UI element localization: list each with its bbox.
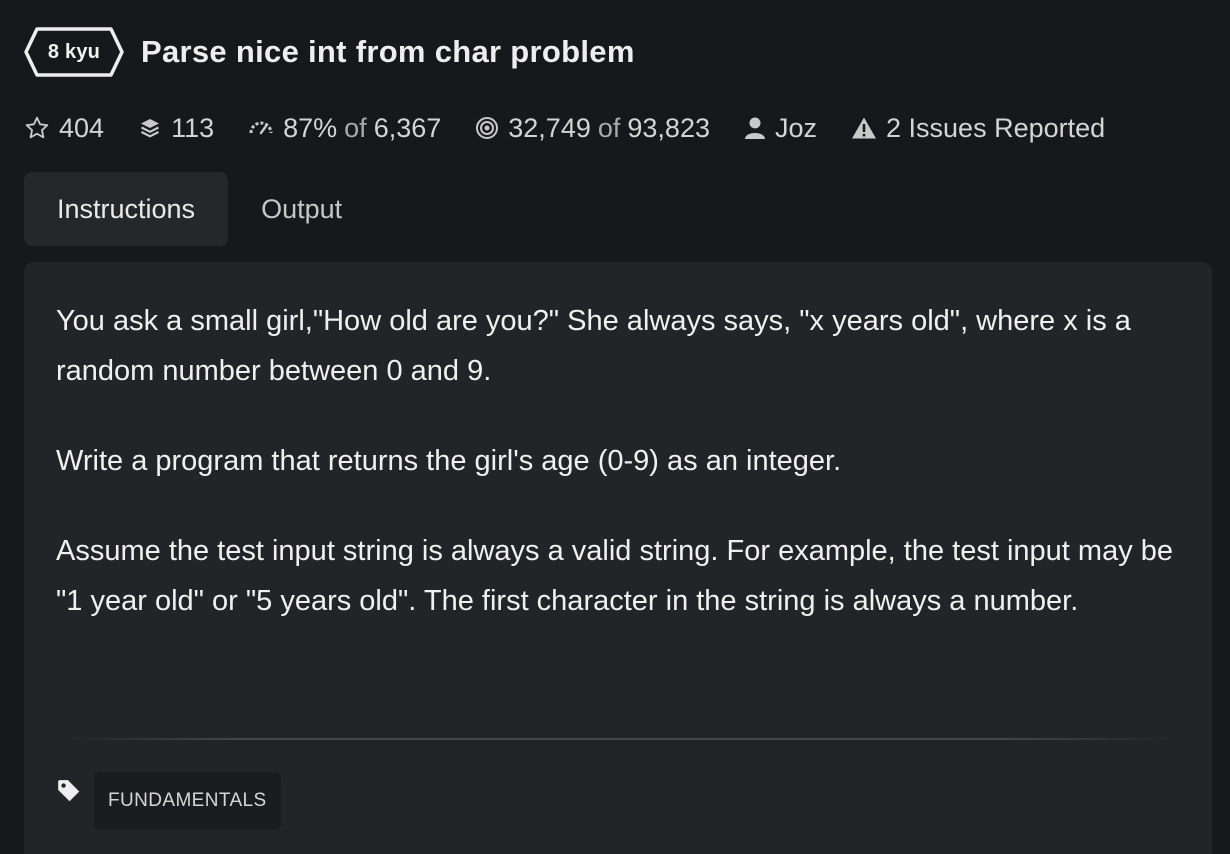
description-paragraph: Write a program that returns the girl's … [56,445,842,477]
description-panel: You ask a small girl,"How old are you?" … [24,262,1212,854]
satisfaction-stat: 87% of 6,367 [248,113,441,144]
description-paragraph: You ask a small girl,"How old are you?" … [56,305,1131,387]
completed-of: of [597,112,621,143]
rank-badge: 8 kyu [24,26,124,78]
description-paragraph: Assume the test input string is always a… [56,535,1174,617]
satisfaction-of: of [344,112,367,143]
collections-count: 113 [171,112,215,143]
tag-fundamentals[interactable]: FUNDAMENTALS [94,772,281,830]
tags-row: FUNDAMENTALS [56,772,281,830]
rank-label: 8 kyu [47,40,101,63]
gauge-icon [248,118,274,138]
collections-stat[interactable]: 113 [138,113,214,144]
attempted-count: 93,823 [627,112,710,143]
kata-header: 8 kyu Parse nice int from char problem [24,26,635,78]
target-icon [475,116,499,140]
satisfaction-percent: 87% [283,112,338,143]
issues-label: 2 Issues Reported [886,112,1106,143]
kata-title: Parse nice int from char problem [141,34,635,69]
author-name: Joz [774,112,818,143]
layers-icon [138,116,162,140]
issues-stat[interactable]: 2 Issues Reported [851,113,1105,144]
stars-count: 404 [59,112,105,143]
warning-icon [851,116,877,140]
author-stat[interactable]: Joz [744,113,817,144]
description-content: You ask a small girl,"How old are you?" … [56,296,1186,666]
kata-stats: 404 113 87% of 6,367 32,749 of 93,823 Jo… [24,108,1139,148]
completion-stat: 32,749 of 93,823 [475,113,710,144]
user-icon [744,116,766,140]
star-icon [24,115,50,141]
kata-page: 8 kyu Parse nice int from char problem 4… [0,0,1230,854]
kata-tabs: Instructions Output [24,172,375,246]
stars-stat[interactable]: 404 [24,113,104,144]
satisfaction-votes: 6,367 [373,112,442,143]
tab-instructions[interactable]: Instructions [24,172,229,246]
divider [70,738,1170,740]
tab-output[interactable]: Output [228,172,375,246]
completed-count: 32,749 [508,112,591,143]
tag-icon [58,780,80,802]
